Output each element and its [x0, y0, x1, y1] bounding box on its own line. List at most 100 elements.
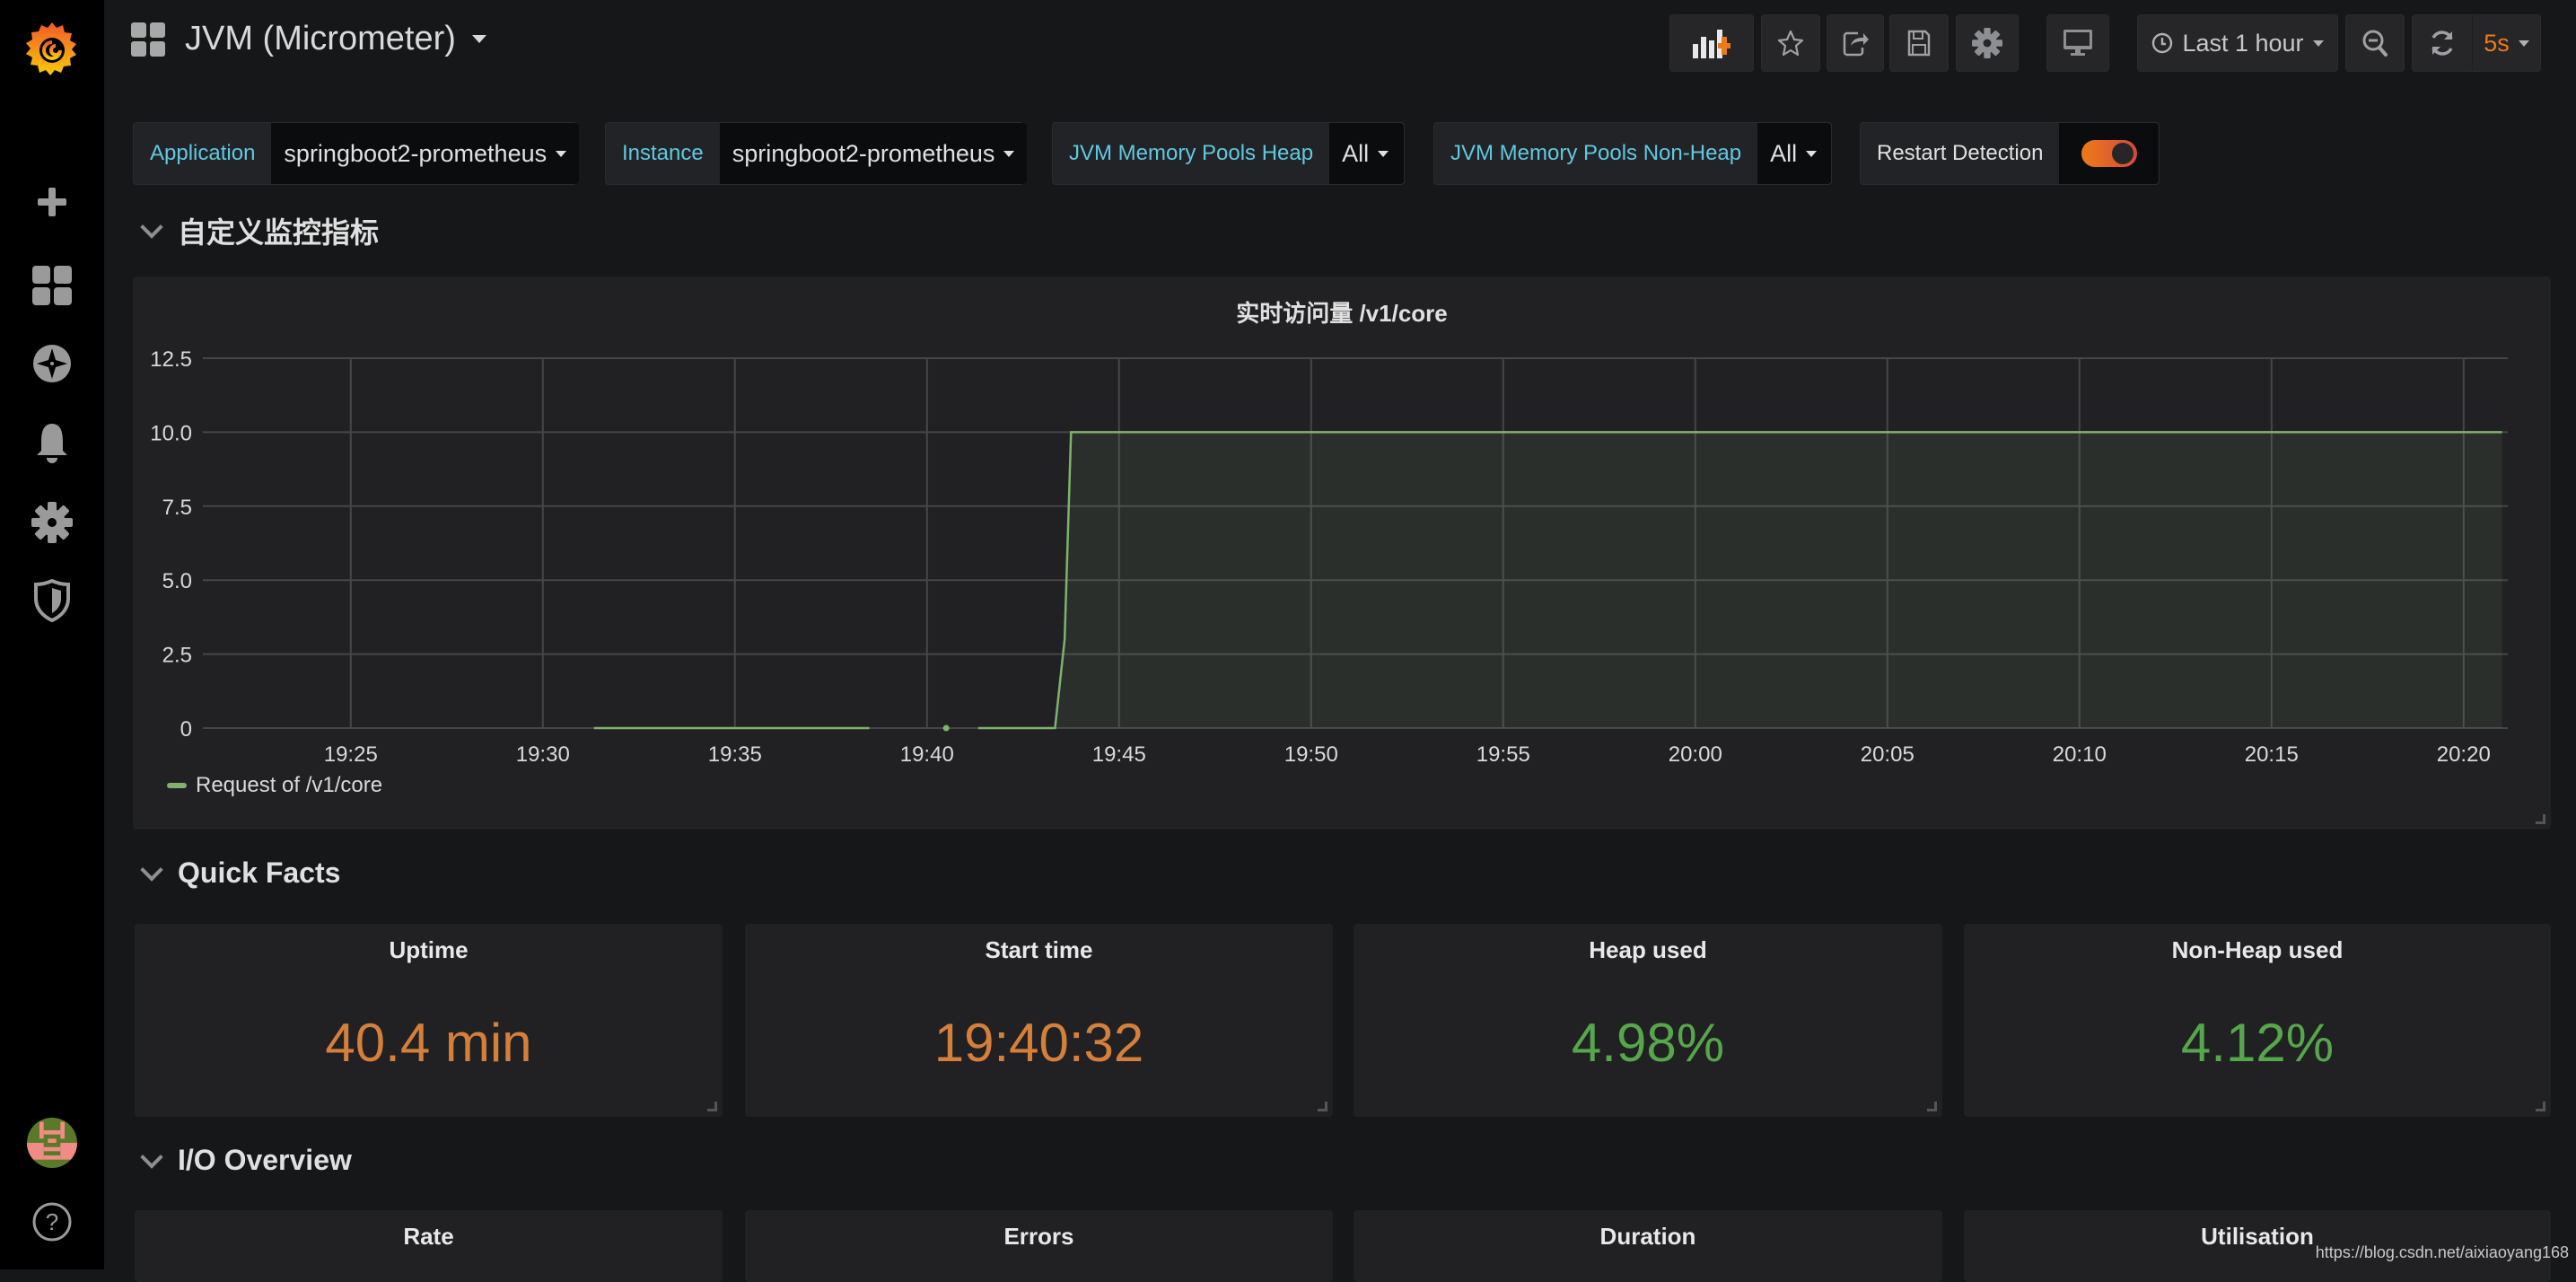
sidebar-item-help[interactable]: ? [0, 1190, 104, 1253]
refresh-interval-label: 5s [2484, 29, 2510, 57]
row-header-io-overview[interactable]: I/O Overview [140, 1144, 352, 1177]
sidebar-item-create[interactable] [0, 171, 104, 233]
row-title: 自定义监控指标 [178, 216, 380, 249]
sidebar-item-dashboards[interactable] [0, 254, 104, 317]
stat-panel-start-time: Start time 19:40:32 [745, 924, 1333, 1117]
variable-label: JVM Memory Pools Non-Heap [1450, 141, 1742, 165]
view-mode-button[interactable] [2046, 14, 2109, 72]
dashboards-grid-icon [32, 266, 72, 305]
sidebar-item-configuration[interactable] [0, 491, 104, 554]
sidebar-item-explore[interactable] [0, 332, 104, 395]
sidebar-item-alerting[interactable] [0, 411, 104, 474]
time-range-picker[interactable]: Last 1 hour [2137, 14, 2338, 72]
panel-title: Heap used [1589, 936, 1707, 963]
panel-title: Uptime [389, 936, 469, 963]
x-tick-label: 20:15 [2245, 742, 2299, 767]
row-title: I/O Overview [178, 1144, 352, 1176]
variable-instance-select[interactable]: springboot2-prometheus [719, 123, 1028, 184]
y-tick-label: 10.0 [150, 421, 192, 445]
add-panel-button[interactable] [1669, 14, 1754, 72]
row-title: Quick Facts [178, 856, 341, 889]
y-tick-label: 2.5 [162, 644, 192, 668]
refresh-button[interactable] [2413, 15, 2473, 71]
variable-value: All [1770, 139, 1798, 167]
dashboard-settings-button[interactable] [1956, 14, 2019, 72]
variable-application-select[interactable]: springboot2-prometheus [271, 123, 580, 184]
profile-avatar[interactable] [0, 1111, 104, 1174]
dashboard-title-picker[interactable]: JVM (Micrometer) [131, 20, 486, 58]
variable-heap-select[interactable]: All [1329, 123, 1404, 184]
refresh-icon [2431, 31, 2453, 56]
x-tick-label: 19:55 [1476, 742, 1530, 767]
dashboard-grid-icon [131, 22, 165, 57]
stat-value: 40.4 min [325, 1013, 532, 1073]
share-icon [1843, 31, 1869, 57]
x-tick-label: 20:20 [2437, 742, 2491, 767]
dashboard-title: JVM (Micrometer) [185, 20, 456, 57]
panel-errors: Errors [745, 1210, 1333, 1282]
graph-panel: 实时访问量 /v1/core 0 2.5 5.0 7.5 10.0 12.5 19:25 19:… [133, 277, 2551, 830]
x-tick-label: 20:05 [1861, 742, 1914, 767]
stat-panel-non-heap-used: Non-Heap used 4.12% [1964, 924, 2551, 1117]
x-tick-label: 19:40 [900, 742, 954, 767]
chevron-down-icon [1806, 150, 1818, 157]
shield-icon [34, 579, 70, 622]
sidebar-item-server-admin[interactable] [0, 569, 104, 632]
share-dashboard-button[interactable] [1827, 14, 1884, 72]
variable-jvm-memory-pools-non-heap: JVM Memory Pools Non-Heap All [1433, 122, 1832, 185]
row-header-custom-metrics[interactable]: 自定义监控指标 [140, 210, 380, 251]
chevron-down-icon [1378, 150, 1389, 157]
chevron-down-icon [556, 150, 567, 157]
variable-label: Instance [622, 141, 704, 165]
x-tick-label: 19:35 [708, 742, 762, 767]
stat-panel-heap-used: Heap used 4.98% [1354, 924, 1942, 1117]
chevron-down-icon [471, 35, 486, 43]
x-tick-label: 19:30 [516, 742, 570, 767]
legend-swatch [167, 783, 187, 788]
variable-label: Restart Detection [1877, 141, 2044, 165]
zoom-out-icon [2362, 30, 2388, 57]
variable-application: Application springboot2-prometheus [133, 122, 580, 185]
stat-value: 4.12% [2180, 1013, 2335, 1073]
stat-value: 19:40:32 [933, 1013, 1144, 1073]
stat-panel-uptime: Uptime 40.4 min [135, 924, 723, 1117]
series-area [977, 432, 2502, 728]
star-dashboard-button[interactable] [1761, 14, 1820, 72]
panel-title: Non-Heap used [2171, 936, 2344, 963]
variable-jvm-memory-pools-heap: JVM Memory Pools Heap All [1052, 122, 1405, 185]
panel-resize-handle[interactable] [1318, 1102, 1327, 1111]
row-header-quick-facts[interactable]: Quick Facts [140, 856, 341, 890]
panel-duration: Duration [1354, 1210, 1942, 1282]
chevron-down-icon [140, 215, 163, 239]
panel-resize-handle[interactable] [2536, 814, 2545, 824]
add-panel-icon [1693, 30, 1730, 58]
monitor-icon [2063, 30, 2092, 56]
panel-resize-handle[interactable] [2536, 1102, 2545, 1111]
series-point [942, 724, 950, 732]
x-tick-label: 19:25 [324, 742, 378, 767]
save-icon [1907, 30, 1931, 57]
bell-icon [37, 424, 67, 463]
zoom-out-button[interactable] [2345, 14, 2405, 72]
grafana-logo[interactable] [0, 13, 104, 84]
gear-icon [31, 502, 73, 543]
chart-title: 实时访问量 /v1/core [1236, 300, 1448, 327]
refresh-controls: 5s [2412, 14, 2541, 72]
svg-text:?: ? [46, 1208, 58, 1235]
refresh-interval-picker[interactable]: 5s [2473, 30, 2540, 57]
chevron-down-icon [2518, 40, 2529, 47]
star-icon [1777, 30, 1804, 57]
panel-resize-handle[interactable] [707, 1102, 717, 1111]
chevron-down-icon [1003, 150, 1015, 157]
restart-detection-toggle[interactable] [2059, 123, 2159, 184]
variable-instance: Instance springboot2-prometheus [605, 122, 1028, 185]
panel-title: Start time [985, 936, 1093, 963]
variable-value: All [1342, 139, 1370, 167]
save-dashboard-button[interactable] [1889, 14, 1949, 72]
gear-icon [1972, 28, 2002, 58]
clock-icon [2152, 32, 2173, 54]
variable-non-heap-select[interactable]: All [1757, 123, 1831, 184]
variable-restart-detection: Restart Detection [1860, 122, 2160, 185]
x-tick-label: 19:45 [1092, 742, 1146, 767]
panel-resize-handle[interactable] [1927, 1102, 1937, 1111]
